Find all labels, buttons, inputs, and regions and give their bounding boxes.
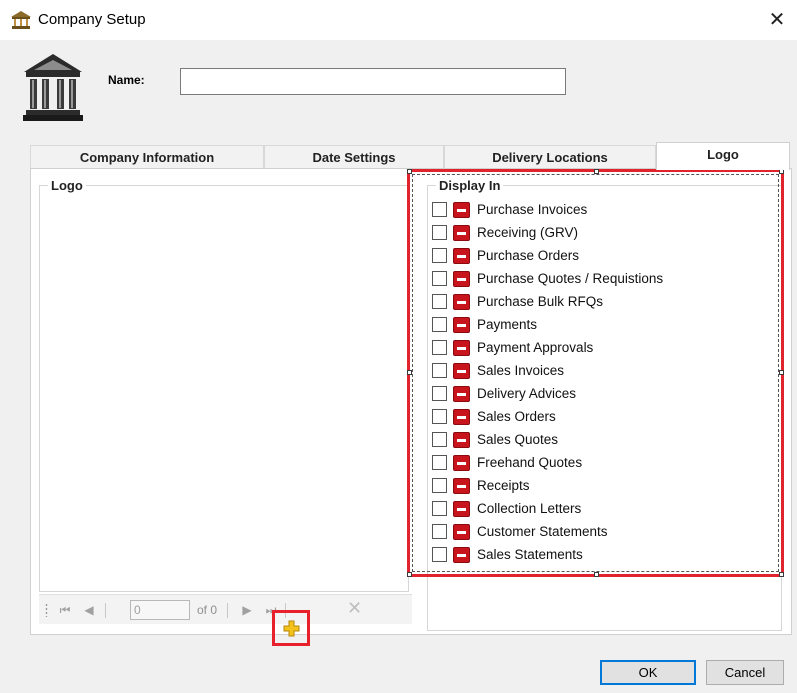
selection-dashed-border [412, 174, 779, 572]
window-title: Company Setup [38, 11, 146, 28]
cancel-button[interactable]: Cancel [706, 660, 784, 685]
first-record-icon[interactable]: ⏮ [57, 601, 73, 619]
tab-date-settings[interactable]: Date Settings [264, 145, 444, 169]
logo-group: Logo [39, 178, 409, 592]
next-record-icon[interactable]: ▶ [239, 601, 255, 619]
name-input[interactable] [180, 68, 566, 95]
name-label: Name: [108, 73, 145, 87]
previous-record-icon[interactable]: ◀ [81, 601, 97, 619]
display-in-selection-highlight [407, 169, 784, 577]
resize-handle[interactable] [594, 572, 599, 577]
toolbar-grip-icon[interactable] [45, 603, 48, 617]
tab-strip: Company Information Date Settings Delive… [30, 142, 792, 170]
close-button[interactable]: ✕ [762, 6, 792, 34]
resize-handle[interactable] [594, 169, 599, 174]
resize-handle[interactable] [407, 169, 412, 174]
add-button-highlight [272, 610, 310, 646]
title-bar: Company Setup ✕ [0, 0, 797, 40]
tab-logo[interactable]: Logo [656, 142, 790, 170]
tab-company-information[interactable]: Company Information [30, 145, 264, 169]
record-count-label: of 0 [197, 603, 218, 617]
tab-delivery-locations[interactable]: Delivery Locations [444, 145, 656, 169]
record-position-input[interactable] [130, 600, 190, 620]
resize-handle[interactable] [779, 572, 784, 577]
logo-group-title: Logo [48, 178, 86, 193]
resize-handle[interactable] [407, 370, 412, 375]
company-setup-icon [11, 11, 31, 29]
toolbar-separator [105, 603, 106, 618]
delete-record-icon[interactable]: ✕ [347, 599, 362, 617]
add-record-icon[interactable] [283, 620, 300, 637]
toolbar-separator [227, 603, 228, 618]
resize-handle[interactable] [779, 370, 784, 375]
ok-button[interactable]: OK [600, 660, 696, 685]
bank-building-icon [23, 54, 83, 121]
resize-handle[interactable] [407, 572, 412, 577]
